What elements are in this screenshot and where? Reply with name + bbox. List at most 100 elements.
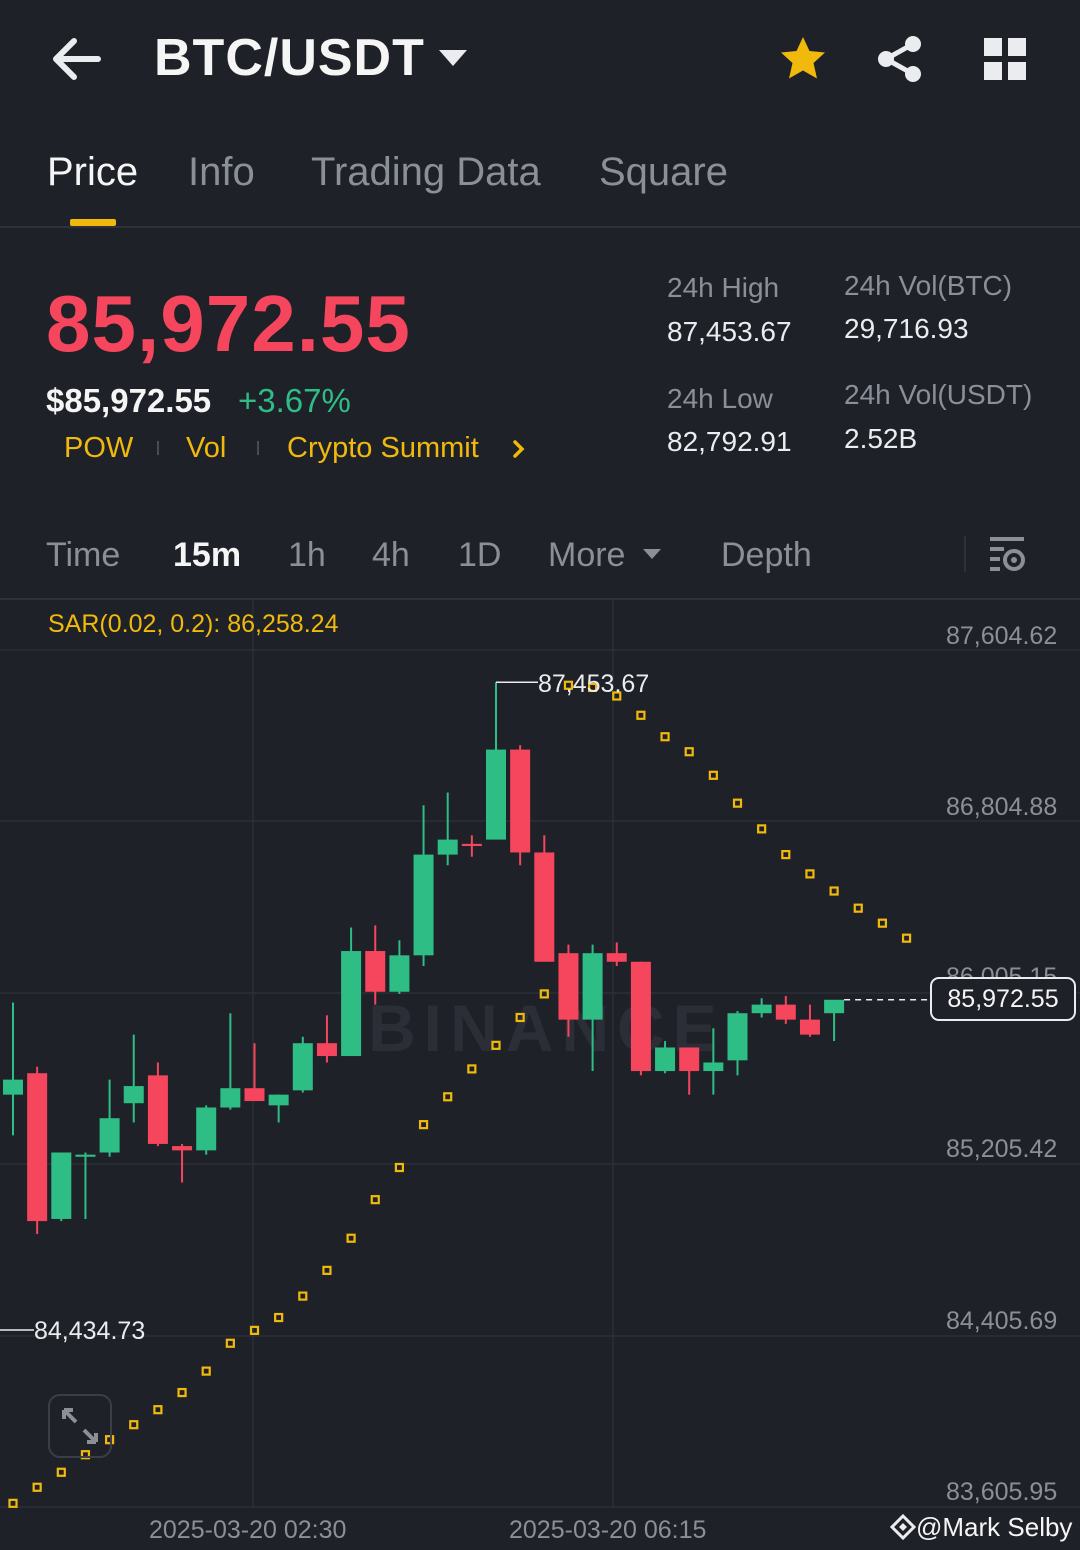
candle-body bbox=[510, 749, 531, 853]
candle-body bbox=[147, 1075, 168, 1144]
tab-info[interactable]: Info bbox=[188, 150, 255, 195]
expand-icon bbox=[62, 1408, 98, 1444]
sar-dot bbox=[829, 886, 839, 896]
interval-4h[interactable]: 4h bbox=[372, 536, 410, 575]
interval-more[interactable]: More bbox=[548, 536, 625, 575]
sar-indicator-label: SAR(0.02, 0.2): 86,258.24 bbox=[48, 610, 339, 638]
x-axis-label: 2025-03-20 02:30 bbox=[149, 1516, 347, 1544]
change-percent: +3.67% bbox=[238, 382, 351, 419]
candle-body bbox=[582, 953, 603, 1020]
stat-vol-usdt-label: 24h Vol(USDT) bbox=[844, 379, 1033, 410]
sar-dot bbox=[418, 1120, 429, 1130]
tag-pow[interactable]: POW bbox=[64, 432, 133, 465]
candle-body bbox=[461, 843, 482, 847]
y-axis-label: 87,604.62 bbox=[946, 622, 1058, 650]
usd-price: $85,972.55 bbox=[46, 382, 212, 419]
candle-body bbox=[775, 1004, 796, 1020]
tag-separator bbox=[157, 441, 159, 455]
candle-body bbox=[220, 1088, 241, 1108]
stat-vol-btc-label: 24h Vol(BTC) bbox=[844, 270, 1013, 301]
candle-body bbox=[244, 1088, 265, 1102]
interval-time[interactable]: Time bbox=[46, 536, 120, 575]
tab-square[interactable]: Square bbox=[599, 150, 728, 195]
sar-dot bbox=[805, 869, 815, 879]
interval-15m[interactable]: 15m bbox=[173, 536, 241, 575]
high-marker-label: 87,453.67 bbox=[538, 670, 650, 698]
chevron-right-icon[interactable] bbox=[512, 438, 526, 460]
sar-dot bbox=[443, 1092, 453, 1102]
tab-trading-data[interactable]: Trading Data bbox=[311, 150, 541, 195]
tag-vol[interactable]: Vol bbox=[186, 432, 226, 465]
tab-price[interactable]: Price bbox=[47, 150, 138, 195]
candle-body bbox=[123, 1086, 144, 1104]
candle-body bbox=[655, 1047, 676, 1072]
sar-dot bbox=[32, 1482, 42, 1492]
caret-down-icon[interactable] bbox=[436, 44, 470, 74]
y-axis-label: 84,405.69 bbox=[946, 1307, 1058, 1335]
sar-dot bbox=[636, 710, 646, 720]
candlestick-chart[interactable] bbox=[0, 600, 1080, 1510]
pair-title[interactable]: BTC/USDT bbox=[154, 28, 425, 88]
candle-body bbox=[630, 961, 651, 1072]
top-bar: BTC/USDT bbox=[0, 0, 1080, 120]
sar-dot bbox=[298, 1291, 308, 1301]
active-tab-indicator bbox=[70, 219, 116, 226]
candle-body bbox=[389, 955, 410, 992]
y-axis-label: 85,205.42 bbox=[946, 1135, 1058, 1163]
credit-text: @Mark Selby bbox=[889, 1512, 1073, 1543]
credit-label: @Mark Selby bbox=[916, 1512, 1073, 1542]
share-icon[interactable] bbox=[876, 34, 924, 84]
candle-body bbox=[51, 1152, 72, 1219]
candle-body bbox=[316, 1043, 337, 1057]
sar-dot bbox=[491, 1040, 501, 1050]
candle-body bbox=[3, 1079, 23, 1095]
sar-dot bbox=[225, 1338, 235, 1348]
back-arrow-icon[interactable] bbox=[48, 34, 104, 84]
sar-dot bbox=[201, 1366, 211, 1376]
sar-dot bbox=[732, 798, 743, 808]
interval-depth[interactable]: Depth bbox=[721, 536, 812, 575]
sar-dot bbox=[177, 1387, 187, 1398]
candle-body bbox=[365, 951, 386, 992]
candle-body bbox=[341, 951, 362, 1057]
sar-dot bbox=[249, 1325, 260, 1335]
candle-body bbox=[172, 1146, 193, 1151]
low-marker-label: 84,434.73 bbox=[34, 1317, 146, 1345]
sar-dot bbox=[129, 1420, 139, 1430]
divider bbox=[0, 226, 1080, 228]
chart-settings-icon[interactable] bbox=[986, 533, 1028, 575]
grid-icon[interactable] bbox=[982, 36, 1028, 82]
sar-dot bbox=[56, 1467, 66, 1477]
tag-crypto-summit[interactable]: Crypto Summit bbox=[287, 432, 479, 465]
tag-separator bbox=[257, 441, 259, 455]
candle-body bbox=[727, 1013, 748, 1061]
candle-body bbox=[824, 999, 845, 1014]
candle-body bbox=[196, 1107, 217, 1151]
sar-dot bbox=[346, 1233, 356, 1243]
sar-dot bbox=[708, 770, 718, 780]
x-axis-label: 2025-03-20 06:15 bbox=[509, 1516, 707, 1544]
current-price-tag: 85,972.55 bbox=[930, 977, 1076, 1021]
sar-dot bbox=[515, 1012, 525, 1023]
candle-body bbox=[292, 1043, 313, 1091]
star-icon[interactable] bbox=[778, 34, 828, 84]
sar-dot bbox=[274, 1312, 284, 1323]
stat-vol-usdt-value: 2.52B bbox=[844, 423, 918, 454]
sar-dot bbox=[877, 918, 888, 928]
y-axis-label: 86,804.88 bbox=[946, 793, 1058, 821]
candle-body bbox=[679, 1047, 700, 1072]
sar-dot bbox=[781, 849, 791, 860]
candle-body bbox=[606, 953, 627, 962]
sar-dot bbox=[660, 732, 670, 742]
sar-dot bbox=[322, 1265, 332, 1275]
sar-dot bbox=[757, 824, 767, 834]
sar-dot bbox=[370, 1195, 380, 1205]
candle-body bbox=[437, 839, 458, 855]
caret-down-icon[interactable] bbox=[642, 547, 662, 561]
stat-low-label: 24h Low bbox=[667, 383, 773, 414]
interval-1d[interactable]: 1D bbox=[458, 536, 501, 575]
y-axis-label: 83,605.95 bbox=[946, 1478, 1058, 1506]
fullscreen-button[interactable] bbox=[48, 1394, 112, 1458]
interval-1h[interactable]: 1h bbox=[288, 536, 326, 575]
candle-body bbox=[486, 749, 506, 840]
